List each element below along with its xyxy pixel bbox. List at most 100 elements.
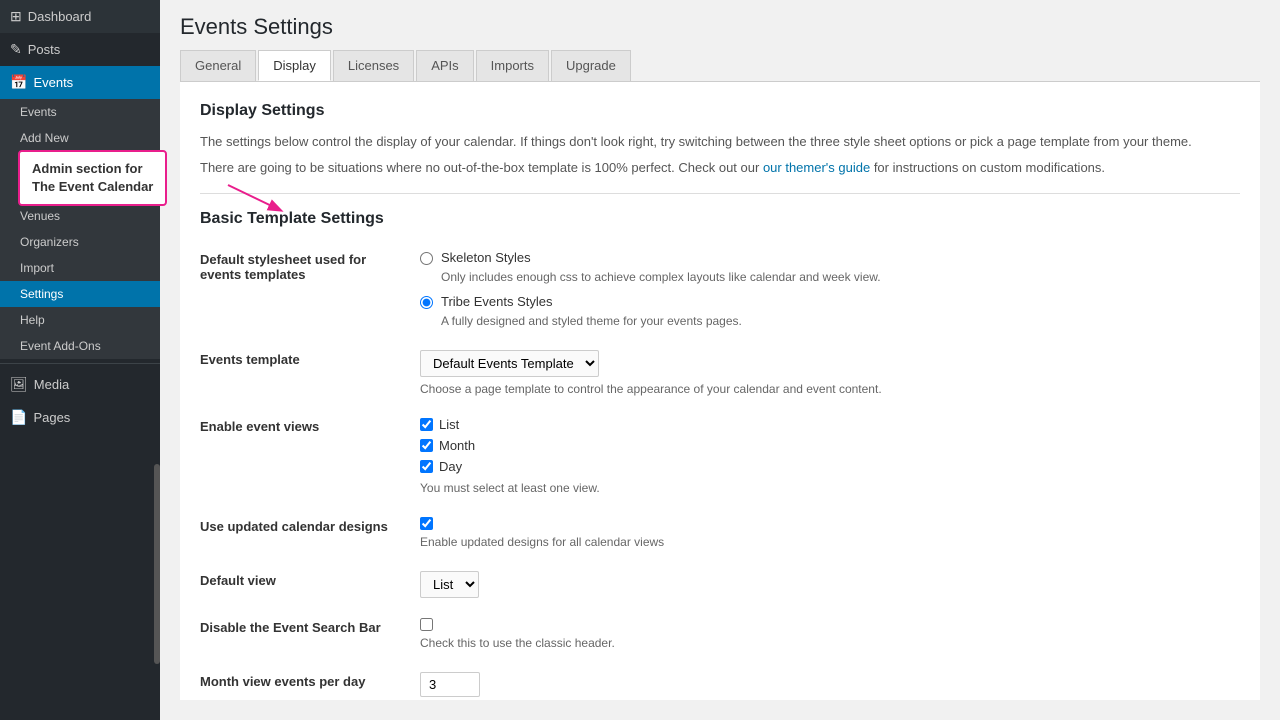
sidebar-item-organizers[interactable]: Organizers: [0, 229, 160, 255]
view-list-label: List: [439, 417, 459, 432]
updated-designs-label: Use updated calendar designs: [200, 519, 388, 534]
events-template-row: Events template Default Events Template …: [200, 340, 1240, 408]
settings-label: Settings: [20, 287, 63, 301]
add-new-label: Add New: [20, 131, 69, 145]
tribe-label: Tribe Events Styles: [441, 294, 742, 309]
skeleton-radio-item: Skeleton Styles Only includes enough css…: [420, 250, 1240, 286]
sidebar-item-import[interactable]: Import: [0, 255, 160, 281]
view-list-item: List: [420, 417, 1240, 432]
page-header: Events Settings: [160, 0, 1280, 50]
tab-upgrade[interactable]: Upgrade: [551, 50, 631, 81]
default-view-row: Default view List: [200, 561, 1240, 608]
page-title: Events Settings: [180, 14, 1260, 40]
sidebar-item-label: Posts: [28, 42, 61, 57]
sidebar-item-label: Pages: [33, 410, 70, 425]
month-events-row: Month view events per day: [200, 662, 1240, 700]
help-label: Help: [20, 313, 45, 327]
sidebar-item-venues[interactable]: Venues: [0, 203, 160, 229]
events-all-label: Events: [20, 105, 57, 119]
view-list-checkbox[interactable]: [420, 418, 433, 431]
section-divider: [200, 193, 1240, 194]
events-icon: 📅: [10, 74, 27, 91]
main-content: Events Settings General Display Licenses…: [160, 0, 1280, 720]
tab-display[interactable]: Display: [258, 50, 331, 81]
import-label: Import: [20, 261, 54, 275]
disable-search-item: [420, 618, 1240, 631]
stylesheet-row: Default stylesheet used for events templ…: [200, 240, 1240, 340]
view-month-checkbox[interactable]: [420, 439, 433, 452]
sidebar-item-events-all[interactable]: Events: [0, 99, 160, 125]
settings-table: Default stylesheet used for events templ…: [200, 240, 1240, 700]
tab-apis[interactable]: APIs: [416, 50, 473, 81]
tab-general[interactable]: General: [180, 50, 256, 81]
view-day-item: Day: [420, 459, 1240, 474]
disable-search-desc: Check this to use the classic header.: [420, 635, 1240, 652]
events-template-desc: Choose a page template to control the ap…: [420, 381, 1240, 398]
sidebar-item-pages[interactable]: 📄 Pages: [0, 401, 160, 434]
venues-label: Venues: [20, 209, 60, 223]
organizers-label: Organizers: [20, 235, 79, 249]
display-settings-title: Display Settings: [200, 102, 1240, 120]
view-day-label: Day: [439, 459, 462, 474]
annotation-line2: The Event Calendar: [32, 179, 153, 194]
events-template-label: Events template: [200, 352, 300, 367]
disable-search-label: Disable the Event Search Bar: [200, 620, 381, 635]
default-view-label: Default view: [200, 573, 276, 588]
enable-views-row: Enable event views List Month: [200, 407, 1240, 507]
disable-search-checkbox[interactable]: [420, 618, 433, 631]
tab-imports[interactable]: Imports: [476, 50, 549, 81]
updated-designs-checkbox[interactable]: [420, 517, 433, 530]
view-month-item: Month: [420, 438, 1240, 453]
sidebar-item-add-new[interactable]: Add New: [0, 125, 160, 151]
events-template-select[interactable]: Default Events Template: [420, 350, 599, 377]
stylesheet-label: Default stylesheet used for events templ…: [200, 252, 366, 282]
updated-designs-row: Use updated calendar designs Enable upda…: [200, 507, 1240, 561]
month-events-input[interactable]: [420, 672, 480, 697]
sidebar-item-label: Dashboard: [28, 9, 92, 24]
view-day-checkbox[interactable]: [420, 460, 433, 473]
sidebar-item-event-add-ons[interactable]: Event Add-Ons: [0, 333, 160, 359]
views-checkbox-group: List Month Day: [420, 417, 1240, 474]
sidebar-scrollbar[interactable]: [154, 464, 160, 664]
enable-views-label: Enable event views: [200, 419, 319, 434]
updated-designs-item: [420, 517, 1240, 530]
tab-licenses[interactable]: Licenses: [333, 50, 414, 81]
sidebar-item-settings[interactable]: Settings: [0, 281, 160, 307]
updated-designs-desc: Enable updated designs for all calendar …: [420, 534, 1240, 551]
settings-content: Display Settings The settings below cont…: [180, 81, 1260, 700]
sidebar-item-dashboard[interactable]: ⊞ Dashboard: [0, 0, 160, 33]
pages-icon: 📄: [10, 409, 27, 426]
sidebar-item-media[interactable]: 🖼 Media: [0, 368, 160, 401]
events-submenu: Events Add New Tags Event Categories Ven…: [0, 99, 160, 359]
disable-search-row: Disable the Event Search Bar Check this …: [200, 608, 1240, 662]
sidebar-item-label: Media: [34, 377, 69, 392]
event-add-ons-label: Event Add-Ons: [20, 339, 101, 353]
tribe-radio[interactable]: [420, 296, 433, 309]
sidebar: ⊞ Dashboard ✎ Posts 📅 Events Events Add …: [0, 0, 160, 720]
tribe-desc: A fully designed and styled theme for yo…: [441, 313, 742, 330]
skeleton-label: Skeleton Styles: [441, 250, 881, 265]
media-icon: 🖼: [10, 376, 28, 393]
sidebar-item-posts[interactable]: ✎ Posts: [0, 33, 160, 66]
tabs-bar: General Display Licenses APIs Imports Up…: [160, 50, 1280, 81]
month-events-label: Month view events per day: [200, 674, 365, 689]
default-view-select[interactable]: List: [420, 571, 479, 598]
basic-template-section: Basic Template Settings Default styleshe…: [200, 210, 1240, 700]
display-settings-desc2: There are going to be situations where n…: [200, 158, 1240, 178]
annotation-line1: Admin section for: [32, 161, 143, 176]
skeleton-radio[interactable]: [420, 252, 433, 265]
tribe-radio-item: Tribe Events Styles A fully designed and…: [420, 294, 1240, 330]
themers-guide-link[interactable]: our themer's guide: [763, 160, 870, 175]
posts-icon: ✎: [10, 41, 22, 58]
view-month-label: Month: [439, 438, 475, 453]
views-note: You must select at least one view.: [420, 480, 1240, 497]
dashboard-icon: ⊞: [10, 8, 22, 25]
basic-template-title: Basic Template Settings: [200, 210, 1240, 228]
sidebar-item-events[interactable]: 📅 Events: [0, 66, 160, 99]
display-settings-section: Display Settings The settings below cont…: [200, 102, 1240, 177]
skeleton-desc: Only includes enough css to achieve comp…: [441, 269, 881, 286]
sidebar-item-label: Events: [33, 75, 73, 90]
sidebar-item-help[interactable]: Help: [0, 307, 160, 333]
display-settings-desc1: The settings below control the display o…: [200, 132, 1240, 152]
annotation-box: Admin section for The Event Calendar: [18, 150, 167, 206]
